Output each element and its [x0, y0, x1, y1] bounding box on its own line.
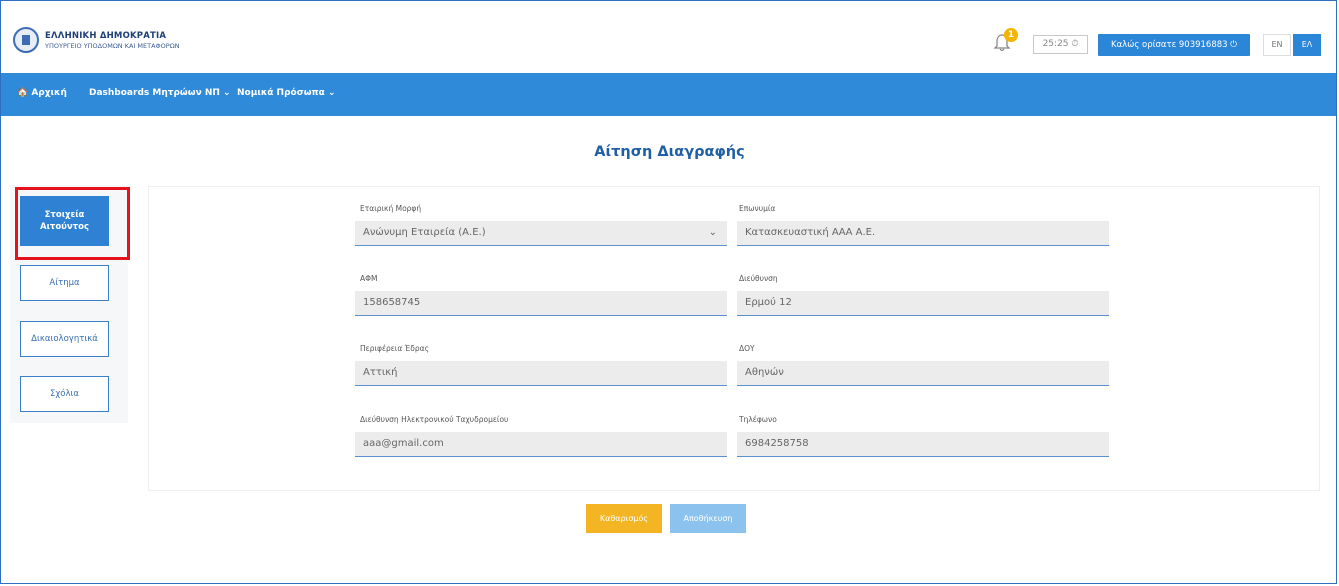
sidebar-item-comments[interactable]: Σχόλια	[20, 376, 109, 412]
afm-field[interactable]: 158658745	[355, 291, 727, 316]
notification-badge: 1	[1004, 28, 1018, 42]
email-field[interactable]: aaa@gmail.com	[355, 432, 727, 457]
nav-legal-entities[interactable]: Νομικά Πρόσωπα ⌄	[237, 88, 336, 98]
company-form-select[interactable]: Ανώνυμη Εταιρεία (Α.Ε.) ⌄	[355, 221, 727, 246]
annotation-highlight-box	[15, 187, 130, 260]
user-logout-button[interactable]: Καλώς ορίσατε 903916883 ⏻	[1098, 34, 1250, 56]
sidebar-item-request[interactable]: Αίτημα	[20, 265, 109, 301]
main-nav: 🏠 Αρχική Dashboards Μητρώων ΝΠ ⌄ Νομικά …	[1, 73, 1336, 116]
session-timer: 25:25 ⏱	[1033, 35, 1088, 54]
doy-label: ΔΟΥ	[739, 344, 755, 353]
brand-subtitle: ΥΠΟΥΡΓΕΙΟ ΥΠΟΔΟΜΩΝ ΚΑΙ ΜΕΤΑΦΟΡΩΝ	[45, 42, 180, 50]
phone-field[interactable]: 6984258758	[737, 432, 1109, 457]
page-title: Αίτηση Διαγραφής	[594, 144, 745, 160]
name-field[interactable]: Κατασκευαστική ΑΑΑ Α.Ε.	[737, 221, 1109, 246]
nav-home[interactable]: 🏠 Αρχική	[17, 88, 67, 98]
coat-of-arms-logo-icon	[13, 27, 39, 53]
nav-dashboards[interactable]: Dashboards Μητρώων ΝΠ ⌄	[89, 88, 231, 98]
language-el-button[interactable]: ΕΛ	[1293, 34, 1321, 56]
company-form-label: Εταιρική Μορφή	[360, 204, 422, 213]
save-button[interactable]: Αποθήκευση	[670, 504, 746, 533]
name-label: Επωνυμία	[739, 204, 776, 213]
afm-label: ΑΦΜ	[360, 274, 378, 283]
email-label: Διεύθυνση Ηλεκτρονικού Ταχυδρομείου	[360, 415, 509, 424]
form-card: Εταιρική Μορφή Ανώνυμη Εταιρεία (Α.Ε.) ⌄…	[148, 186, 1320, 491]
phone-label: Τηλέφωνο	[739, 415, 777, 424]
company-form-value: Ανώνυμη Εταιρεία (Α.Ε.)	[363, 227, 486, 238]
address-field[interactable]: Ερμού 12	[737, 291, 1109, 316]
doy-field[interactable]: Αθηνών	[737, 361, 1109, 386]
brand-title: ΕΛΛΗΝΙΚΗ ΔΗΜΟΚΡΑΤΙΑ	[45, 31, 167, 41]
top-bar: ΕΛΛΗΝΙΚΗ ΔΗΜΟΚΡΑΤΙΑ ΥΠΟΥΡΓΕΙΟ ΥΠΟΔΟΜΩΝ Κ…	[1, 1, 1336, 73]
region-field[interactable]: Αττική	[355, 361, 727, 386]
region-label: Περιφέρεια Έδρας	[360, 344, 429, 353]
sidebar-item-documents[interactable]: Δικαιολογητικά	[20, 321, 109, 357]
chevron-down-icon: ⌄	[708, 227, 717, 238]
address-label: Διεύθυνση	[739, 274, 778, 283]
language-en-button[interactable]: EN	[1263, 34, 1291, 56]
clear-button[interactable]: Καθαρισμός	[586, 504, 662, 533]
